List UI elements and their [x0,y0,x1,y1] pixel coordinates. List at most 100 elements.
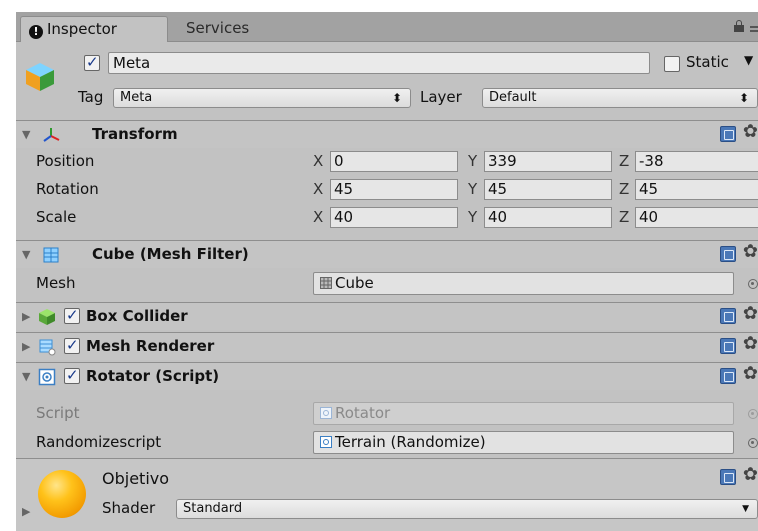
box-collider-icon [39,309,55,325]
mesh-filter-component: ▼ Cube (Mesh Filter) ✿ Mesh Cube [16,240,758,300]
tab-inspector-label: Inspector [47,20,117,38]
layer-dropdown[interactable]: Default ⬍ [482,88,758,108]
object-picker-icon [748,409,758,419]
box-collider-header[interactable]: ▶ Box Collider ✿ [16,302,758,330]
gear-icon[interactable]: ✿ [743,122,758,142]
tag-value: Meta [120,90,153,105]
rotation-z-field[interactable]: 45 [635,179,758,200]
help-icon[interactable] [720,126,736,142]
tab-services[interactable]: Services [176,16,276,42]
inspector-window: ! Inspector Services Meta Static ▼ Tag Me… [16,12,758,531]
rotator-title: Rotator (Script) [86,367,220,385]
rotation-label: Rotation [36,180,99,198]
rotator-header[interactable]: ▼ Rotator (Script) ✿ [16,362,758,390]
axis-x-label: X [313,180,324,198]
script-label: Script [36,404,80,422]
box-collider-enabled-checkbox[interactable] [64,306,80,324]
script-value: Rotator [335,404,391,422]
tab-services-label: Services [186,19,250,37]
gameobject-header: Meta Static ▼ Tag Meta ⬍ Layer Default ⬍ [16,43,758,125]
mesh-renderer-header[interactable]: ▶ Mesh Renderer ✿ [16,332,758,360]
foldout-collapsed-icon[interactable]: ▶ [22,505,30,518]
rotation-y-field[interactable]: 45 [484,179,612,200]
axis-z-label: Z [619,208,630,226]
panel-menu-icon[interactable] [750,26,758,28]
transform-component: ▼ Transform ✿ Position X 0 Y 339 Z -38 R… [16,120,758,238]
transform-header[interactable]: ▼ Transform ✿ [16,120,758,148]
position-y-field[interactable]: 339 [484,151,612,172]
script-icon [38,368,56,386]
script-file-icon [320,436,332,448]
axis-x-label: X [313,208,324,226]
axis-y-label: Y [468,152,478,170]
foldout-collapsed-icon[interactable]: ▶ [22,340,30,353]
axis-z-label: Z [619,180,630,198]
rotator-script-component: ▼ Rotator (Script) ✿ Script Rotator Rand… [16,362,758,456]
object-picker-icon[interactable] [748,279,758,289]
help-icon[interactable] [720,469,736,485]
transform-title: Transform [92,125,178,143]
object-picker-icon[interactable] [748,438,758,448]
mesh-object-field[interactable]: Cube [313,272,734,295]
axis-z-label: Z [619,152,630,170]
mesh-filter-header[interactable]: ▼ Cube (Mesh Filter) ✿ [16,240,758,268]
scale-y-field[interactable]: 40 [484,207,612,228]
randomize-label: Randomizescript [36,433,162,451]
randomize-object-field[interactable]: Terrain (Randomize) [313,431,734,454]
material-name: Objetivo [102,469,170,488]
info-icon: ! [29,25,43,39]
foldout-expanded-icon[interactable]: ▼ [22,248,30,261]
lock-icon[interactable] [734,20,744,32]
material-section: ▶ Objetivo ✿ Shader Standard ▼ [16,458,758,531]
tag-dropdown[interactable]: Meta ⬍ [113,88,411,108]
mesh-filter-grid-icon [43,247,59,263]
active-checkbox[interactable] [84,53,100,71]
chevron-updown-icon: ⬍ [738,91,749,105]
transform-axes-icon [43,128,60,142]
rotation-x-field[interactable]: 45 [330,179,458,200]
script-object-field: Rotator [313,402,734,425]
scale-x-field[interactable]: 40 [330,207,458,228]
mesh-renderer-title: Mesh Renderer [86,337,215,355]
static-checkbox[interactable] [664,56,680,72]
randomize-value: Terrain (Randomize) [335,433,486,451]
layer-label: Layer [420,88,462,106]
box-collider-title: Box Collider [86,307,188,325]
gear-icon[interactable]: ✿ [743,465,758,485]
scale-label: Scale [36,208,77,226]
help-icon[interactable] [720,368,736,384]
tab-bar: ! Inspector Services [16,12,758,42]
shader-label: Shader [102,499,156,517]
tab-inspector[interactable]: ! Inspector [20,16,168,42]
gear-icon[interactable]: ✿ [743,364,758,384]
position-label: Position [36,152,95,170]
axis-x-label: X [313,152,324,170]
shader-value: Standard [183,501,243,516]
shader-dropdown[interactable]: Standard ▼ [176,499,758,519]
mesh-value: Cube [335,274,374,292]
name-field[interactable]: Meta [108,52,650,74]
help-icon[interactable] [720,338,736,354]
mesh-renderer-enabled-checkbox[interactable] [64,336,80,354]
foldout-expanded-icon[interactable]: ▼ [22,370,30,383]
material-preview-sphere [38,470,86,518]
rotator-enabled-checkbox[interactable] [64,366,80,384]
axis-y-label: Y [468,208,478,226]
position-x-field[interactable]: 0 [330,151,458,172]
help-icon[interactable] [720,246,736,262]
gear-icon[interactable]: ✿ [743,304,758,324]
tag-label: Tag [78,88,104,106]
static-label: Static [686,53,729,71]
foldout-collapsed-icon[interactable]: ▶ [22,310,30,323]
help-icon[interactable] [720,308,736,324]
mesh-label: Mesh [36,274,76,292]
chevron-down-icon: ▼ [742,504,749,514]
scale-z-field[interactable]: 40 [635,207,758,228]
gameobject-cube-icon [26,63,54,91]
gear-icon[interactable]: ✿ [743,242,758,262]
foldout-expanded-icon[interactable]: ▼ [22,128,30,141]
mesh-renderer-icon [39,339,56,356]
position-z-field[interactable]: -38 [635,151,758,172]
static-dropdown-arrow[interactable]: ▼ [744,53,753,67]
gear-icon[interactable]: ✿ [743,334,758,354]
